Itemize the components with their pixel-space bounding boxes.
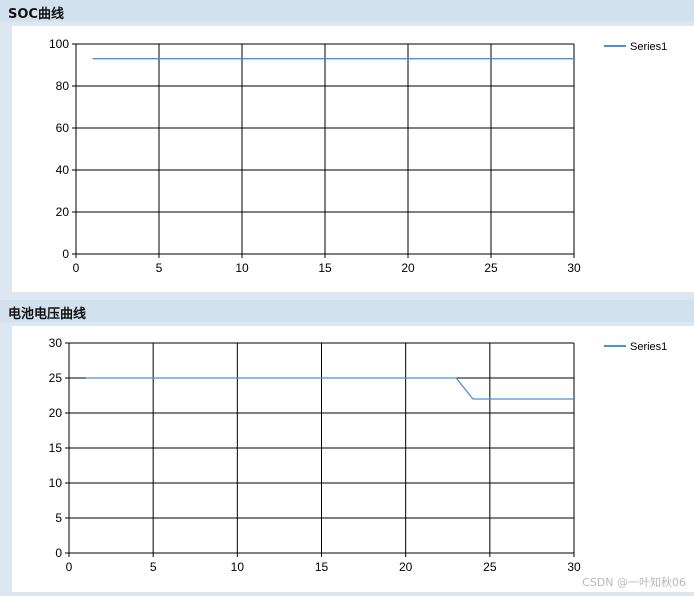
x-tick-label: 30 [567, 560, 581, 574]
x-tick-label: 5 [156, 261, 163, 275]
page: SOC曲线 0 5 10 15 20 25 30 0 20 40 60 80 100 Series1 电池… [0, 0, 694, 596]
x-tick-label: 0 [73, 261, 80, 275]
x-tick-label: 30 [567, 261, 581, 275]
watermark-text: CSDN @一叶知秋06 [582, 576, 686, 589]
y-tick-label: 100 [49, 37, 69, 51]
x-tick-label: 0 [66, 560, 73, 574]
voltage-chart-area: 0 5 10 15 20 25 30 0 5 10 15 20 25 30 Series1 [12, 326, 694, 592]
y-tick-label: 40 [56, 163, 70, 177]
x-tick-label: 15 [318, 261, 332, 275]
series-line [85, 377, 574, 400]
legend-label: Series1 [630, 341, 667, 353]
soc-chart: 0 5 10 15 20 25 30 0 20 40 60 80 100 Series1 [49, 37, 667, 275]
x-tick-label: 25 [484, 261, 498, 275]
y-tick-label: 0 [62, 247, 69, 261]
y-tick-label: 30 [49, 336, 63, 350]
y-tick-label: 20 [56, 205, 70, 219]
y-tick-label: 5 [55, 511, 62, 525]
x-tick-label: 25 [483, 560, 497, 574]
voltage-chart: 0 5 10 15 20 25 30 0 5 10 15 20 25 30 Series1 [49, 336, 668, 574]
y-tick-label: 10 [49, 476, 63, 490]
voltage-panel: 电池电压曲线 0 5 10 15 20 25 30 0 5 10 15 20 25 30 Series1 [0, 300, 694, 596]
y-tick-label: 20 [49, 406, 63, 420]
soc-panel-header: SOC曲线 [0, 0, 694, 22]
x-tick-label: 20 [399, 560, 413, 574]
x-tick-label: 15 [315, 560, 329, 574]
soc-panel-title: SOC曲线 [8, 7, 64, 22]
y-tick-label: 15 [49, 441, 63, 455]
y-tick-label: 60 [56, 121, 70, 135]
y-tick-label: 80 [56, 79, 70, 93]
y-tick-label: 25 [49, 371, 63, 385]
x-tick-label: 10 [235, 261, 249, 275]
y-tick-label: 0 [55, 546, 62, 560]
x-tick-label: 10 [231, 560, 245, 574]
voltage-panel-header: 电池电压曲线 [0, 300, 694, 322]
voltage-panel-title: 电池电压曲线 [8, 307, 87, 322]
x-tick-label: 5 [150, 560, 157, 574]
soc-panel: SOC曲线 0 5 10 15 20 25 30 0 20 40 60 80 100 Series1 [0, 0, 694, 298]
x-tick-label: 20 [401, 261, 415, 275]
legend-label: Series1 [630, 41, 667, 53]
soc-chart-area: 0 5 10 15 20 25 30 0 20 40 60 80 100 Series1 [12, 26, 694, 292]
